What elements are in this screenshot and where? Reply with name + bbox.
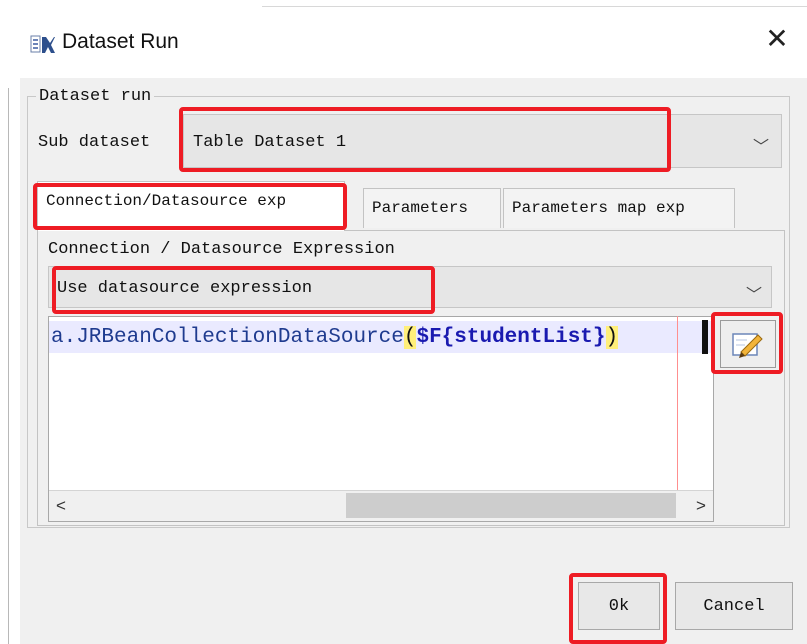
chevron-down-icon[interactable]: ﹀ [746,281,762,305]
cancel-button[interactable]: Cancel [675,582,793,630]
background-window-edge [262,6,807,7]
scroll-right-arrow-icon[interactable]: > [696,496,706,516]
tab-parameters-map[interactable]: Parameters map exp [503,188,735,228]
cancel-button-label: Cancel [703,597,765,616]
dataset-run-legend: Dataset run [36,87,155,106]
scroll-left-arrow-icon[interactable]: < [56,496,66,516]
annotation-box-edit-button [711,312,783,374]
scrollbar-thumb[interactable] [346,493,676,518]
close-button[interactable]: ✕ [760,22,794,56]
tab-parameters[interactable]: Parameters [363,188,501,228]
chevron-down-icon[interactable]: ﹀ [753,133,769,157]
window-left-border [8,88,9,644]
expression-field: $F{studentList} [416,326,606,349]
annotation-box-datasource-mode [52,266,435,314]
close-paren: ) [605,326,619,349]
text-caret [702,320,708,354]
annotation-box-ok-button [569,573,667,644]
report-designer-icon [30,35,55,53]
connection-expression-label: Connection / Datasource Expression [48,240,395,259]
annotation-box-sub-dataset [179,107,671,172]
sub-dataset-label: Sub dataset [38,133,151,152]
expression-prefix: a.JRBeanCollectionDataSource [51,326,404,349]
expression-code-line[interactable]: a.JRBeanCollectionDataSource($F{studentL… [51,326,619,349]
open-paren: ( [403,326,417,349]
annotation-box-connection-tab [33,183,347,230]
window-title: Dataset Run [62,30,179,53]
editor-margin-line [677,316,678,490]
